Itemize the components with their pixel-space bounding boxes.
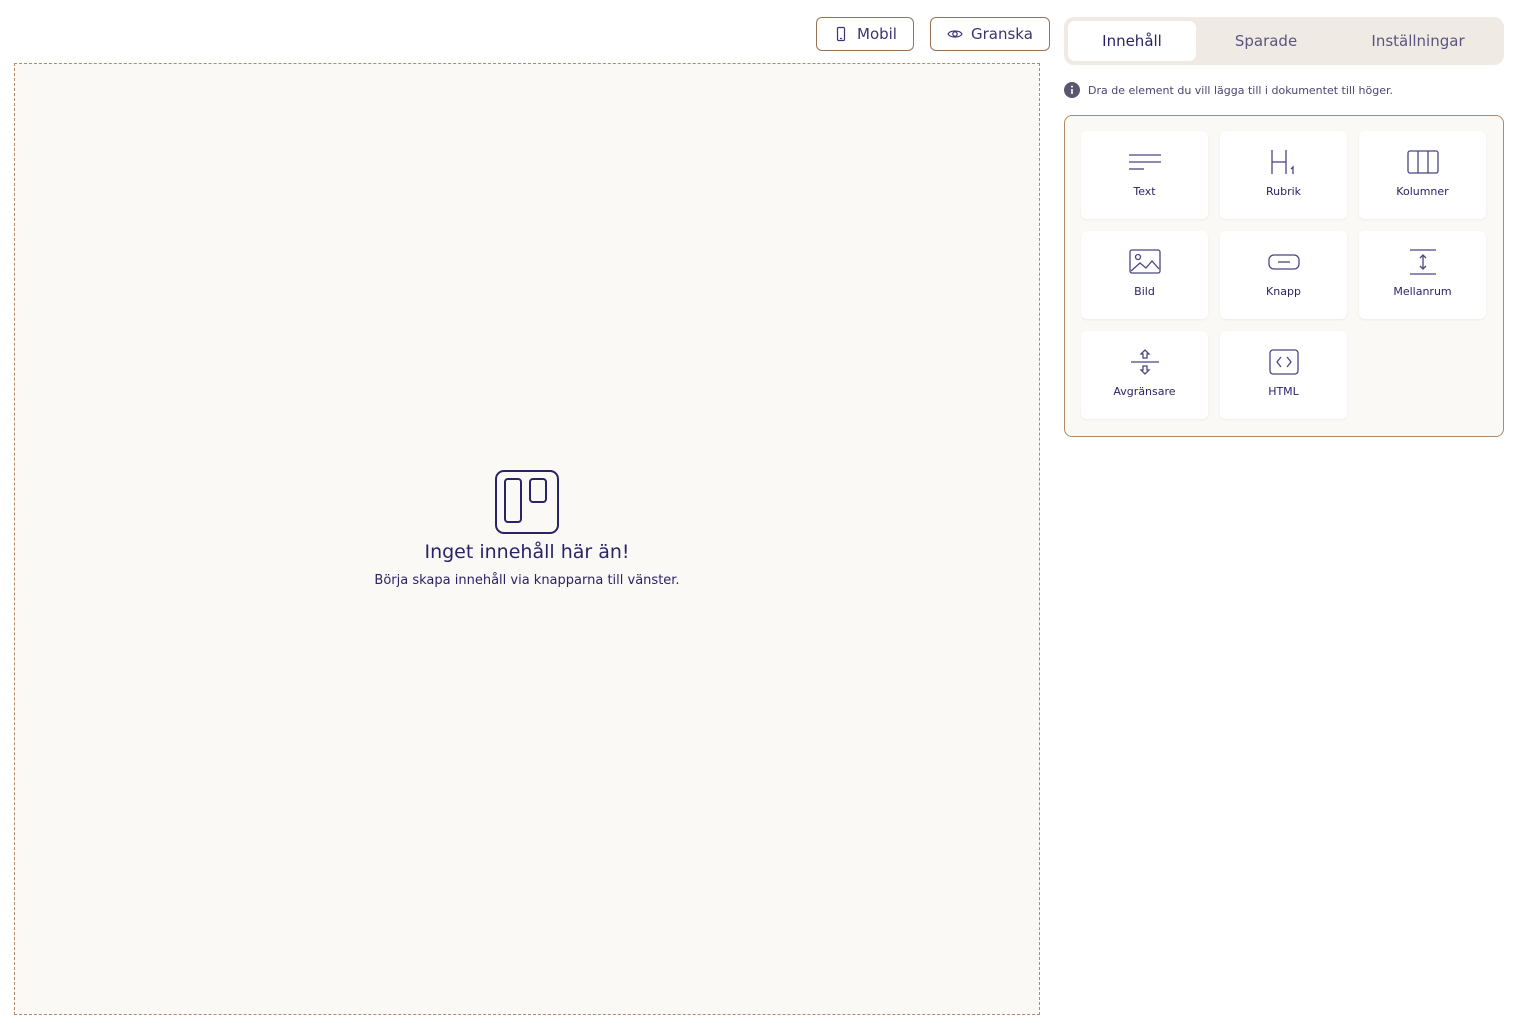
preview-button[interactable]: Granska [929,17,1050,51]
info-icon [1064,82,1080,98]
image-icon [1128,249,1161,274]
mobile-preview-button[interactable]: Mobil [816,17,914,51]
element-label: Avgränsare [1113,385,1176,398]
element-image[interactable]: Bild [1081,231,1208,319]
heading-icon [1270,150,1294,174]
element-label: Rubrik [1265,185,1302,198]
preview-label: Granska [970,25,1033,43]
mobile-label: Mobil [857,25,897,43]
element-heading[interactable]: Rubrik [1220,131,1347,219]
element-text[interactable]: Text [1081,131,1208,219]
drag-hint: Dra de element du vill lägga till i doku… [1064,82,1504,98]
element-palette: Text Rubrik Kolumner Bild Knapp Mellanru… [1064,115,1504,437]
divider-icon [1130,349,1159,375]
mobile-icon [836,26,846,42]
spacer-icon [1409,249,1436,275]
element-label: Bild [1134,285,1155,298]
element-html[interactable]: HTML [1220,331,1347,419]
element-label: Mellanrum [1393,285,1452,298]
element-columns[interactable]: Kolumner [1359,131,1486,219]
element-label: Text [1133,185,1156,198]
tab-settings[interactable]: Inställningar [1336,21,1500,61]
element-label: Knapp [1266,285,1301,298]
drag-hint-text: Dra de element du vill lägga till i doku… [1088,83,1393,97]
element-label: Kolumner [1396,185,1449,198]
tab-saved[interactable]: Sparade [1196,21,1336,61]
document-canvas[interactable]: Inget innehåll här än! Börja skapa inneh… [14,63,1040,1015]
tab-content[interactable]: Innehåll [1068,21,1196,61]
panel-tabs: Innehåll Sparade Inställningar [1064,17,1504,65]
text-lines-icon [1128,154,1161,170]
columns-icon [1406,150,1439,174]
element-label: HTML [1268,385,1299,398]
element-divider[interactable]: Avgränsare [1081,331,1208,419]
empty-state-title: Inget innehåll här än! [424,540,630,563]
element-spacer[interactable]: Mellanrum [1359,231,1486,319]
element-button[interactable]: Knapp [1220,231,1347,319]
code-icon [1268,349,1299,375]
side-panel: Innehåll Sparade Inställningar Dra de el… [1064,17,1504,437]
eye-icon [947,30,963,38]
top-toolbar: Mobil Granska [816,17,1050,51]
button-icon [1267,254,1300,270]
layout-board-icon [495,469,559,534]
empty-state-subtitle: Börja skapa innehåll via knapparna till … [374,572,680,588]
